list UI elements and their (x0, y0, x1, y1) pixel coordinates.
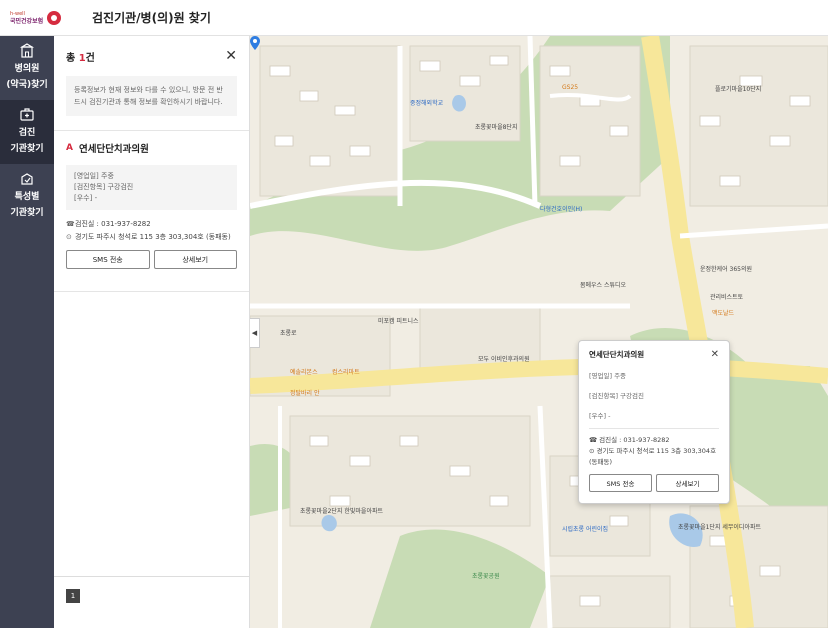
map-label[interactable]: 예솔리본스 (290, 367, 318, 376)
map-label[interactable]: 초롱꽃마을8단지 (475, 122, 517, 131)
result-checkup-items: [검진항목] 구강검진 (74, 183, 134, 191)
page-button[interactable]: 1 (66, 589, 80, 603)
map-label[interactable]: 봄메우스 스튜디오 (580, 280, 626, 289)
location-icon: ⊙ (589, 447, 597, 455)
result-excellence: [우수] - (74, 194, 98, 202)
map-label[interactable]: 운정한케어 365의원 (700, 264, 752, 273)
total-suffix: 건 (85, 52, 95, 64)
map-label[interactable]: GS25 (562, 84, 578, 91)
sms-button[interactable]: SMS 전송 (66, 250, 150, 269)
logo-brand: h-well (10, 10, 25, 17)
result-marker: A (66, 143, 73, 153)
logo-name: 국민건강보험 (10, 17, 44, 25)
map-label[interactable]: 다형건호이인(H) (540, 204, 582, 213)
location-icon: ⊙ (66, 233, 72, 241)
hospital-icon (19, 43, 35, 58)
notice-box: 등록정보가 현재 정보와 다를 수 있으니, 방문 전 반드시 검진기관과 통해… (66, 76, 237, 116)
popup-contact: ☎ 검진실 : 031-937-8282 ⊙ 경기도 파주시 청석로 115 3… (589, 435, 719, 468)
popup-name: 연세단단치과의원 (589, 350, 645, 359)
total-count: 총 1건 (66, 49, 95, 64)
popup-buttons: SMS 전송 상세보기 (589, 474, 719, 492)
close-icon[interactable]: ✕ (225, 48, 237, 64)
map-info-popup: 연세단단치과의원 ✕ [영업일] 주중 [검진항목] 구강검진 [우수] - ☎… (578, 340, 730, 504)
map-label[interactable]: 모두 이비인후과의원 (478, 354, 530, 363)
side-road (679, 223, 828, 239)
map-label[interactable]: 플로기마을10단지 (715, 84, 761, 93)
result-info-box: [영업일] 주중 [검진항목] 구강검진 [우수] - (66, 165, 237, 210)
total-number: 1 (78, 52, 86, 64)
nav-label-hospital-1: 병의원 (14, 64, 40, 74)
map-label[interactable]: 컴스리마트 (332, 367, 360, 376)
divider (54, 291, 249, 292)
map-label[interactable]: 초롱꽃마을1단지 세무이디아파트 (678, 522, 761, 531)
nav-item-special[interactable]: 특성별 기관찾기 (0, 164, 54, 228)
city-block (549, 575, 671, 628)
map-label[interactable]: 정탈바리 안 (290, 388, 320, 397)
map-label[interactable]: 시립초롱 어린이집 (562, 524, 608, 533)
map-label[interactable]: 관리비스트토 (710, 292, 743, 301)
close-icon[interactable]: ✕ (711, 349, 719, 360)
page-title: 검진기관/병(의)원 찾기 (92, 11, 211, 25)
popup-business-type: [영업일] 주중 (589, 372, 627, 380)
result-buttons: SMS 전송 상세보기 (66, 250, 237, 269)
nav-label-checkup-2: 기관찾기 (10, 144, 44, 154)
phone-icon: ☎ (66, 220, 75, 228)
result-phone: 검진실 : 031-937-8282 (75, 220, 151, 228)
result-contact: ☎검진실 : 031-937-8282 ⊙ 경기도 파주시 청석로 115 3층 … (66, 218, 237, 244)
nhis-logo[interactable]: h-well 국민건강보험 (10, 10, 74, 26)
map-view[interactable]: 중정해외학교 다형건호이인(H) 초롱꽃마을8단지 플로기마을10단지 봄메우스… (250, 36, 828, 628)
map-canvas (250, 36, 828, 628)
panel-collapse-toggle[interactable]: ◀ (250, 318, 260, 348)
map-label[interactable]: 맥도날드 (712, 308, 734, 317)
popup-address: 경기도 파주시 청석로 115 3층 303,304호 (동패동) (589, 447, 717, 466)
nav-label-hospital-2: (약국)찾기 (6, 80, 48, 90)
map-label[interactable]: 초롱꽃공원 (472, 571, 500, 580)
top-header: h-well 국민건강보험 검진기관/병(의)원 찾기 (0, 0, 828, 36)
nav-label-special-2: 기관찾기 (10, 208, 44, 218)
result-item[interactable]: A 연세단단치과의원 [영업일] 주중 [검진항목] 구강검진 [우수] - ☎… (54, 131, 249, 279)
result-name[interactable]: 연세단단치과의원 (79, 141, 149, 155)
side-nav: 병의원 (약국)찾기 검진 기관찾기 특성별 기관찾기 (0, 36, 54, 628)
nav-label-special-1: 특성별 (14, 192, 40, 202)
nav-label-checkup-1: 검진 (18, 128, 36, 138)
panel-header: 총 1건 ✕ (54, 36, 249, 76)
popup-phone: 검진실 : 031-937-8282 (599, 436, 670, 444)
checkup-icon (20, 108, 34, 121)
total-prefix: 총 (66, 52, 79, 64)
special-icon (21, 173, 33, 185)
location-pin-icon[interactable] (250, 36, 260, 50)
map-label[interactable]: 초롱꽃마을2단지 한빛마을아파트 (300, 506, 383, 515)
popup-excellence: [우수] - (589, 412, 611, 420)
result-title[interactable]: A 연세단단치과의원 (66, 141, 237, 155)
popup-checkup-items: [검진항목] 구강검진 (589, 392, 644, 400)
result-business-type: [영업일] 주중 (74, 172, 114, 180)
divider (589, 428, 719, 429)
pagination: 1 (54, 576, 250, 628)
map-label[interactable]: 중정해외학교 (410, 98, 443, 107)
logo-mark-icon (47, 10, 62, 25)
popup-header: 연세단단치과의원 ✕ (589, 349, 719, 360)
map-label[interactable]: 초롱로 (280, 328, 297, 337)
phone-icon: ☎ (589, 436, 600, 444)
map-label[interactable]: 미포캠 피트니스 (378, 316, 419, 325)
detail-button[interactable]: 상세보기 (153, 250, 237, 269)
popup-detail-button[interactable]: 상세보기 (656, 474, 719, 492)
park-area (370, 529, 550, 628)
result-address: 경기도 파주시 청석로 115 3층 303,304호 (동패동) (75, 233, 231, 241)
popup-sms-button[interactable]: SMS 전송 (589, 474, 652, 492)
nav-item-hospital[interactable]: 병의원 (약국)찾기 (0, 36, 54, 100)
nav-item-checkup[interactable]: 검진 기관찾기 (0, 100, 54, 164)
result-panel: 총 1건 ✕ 등록정보가 현재 정보와 다를 수 있으니, 방문 전 반드시 검… (54, 36, 250, 628)
